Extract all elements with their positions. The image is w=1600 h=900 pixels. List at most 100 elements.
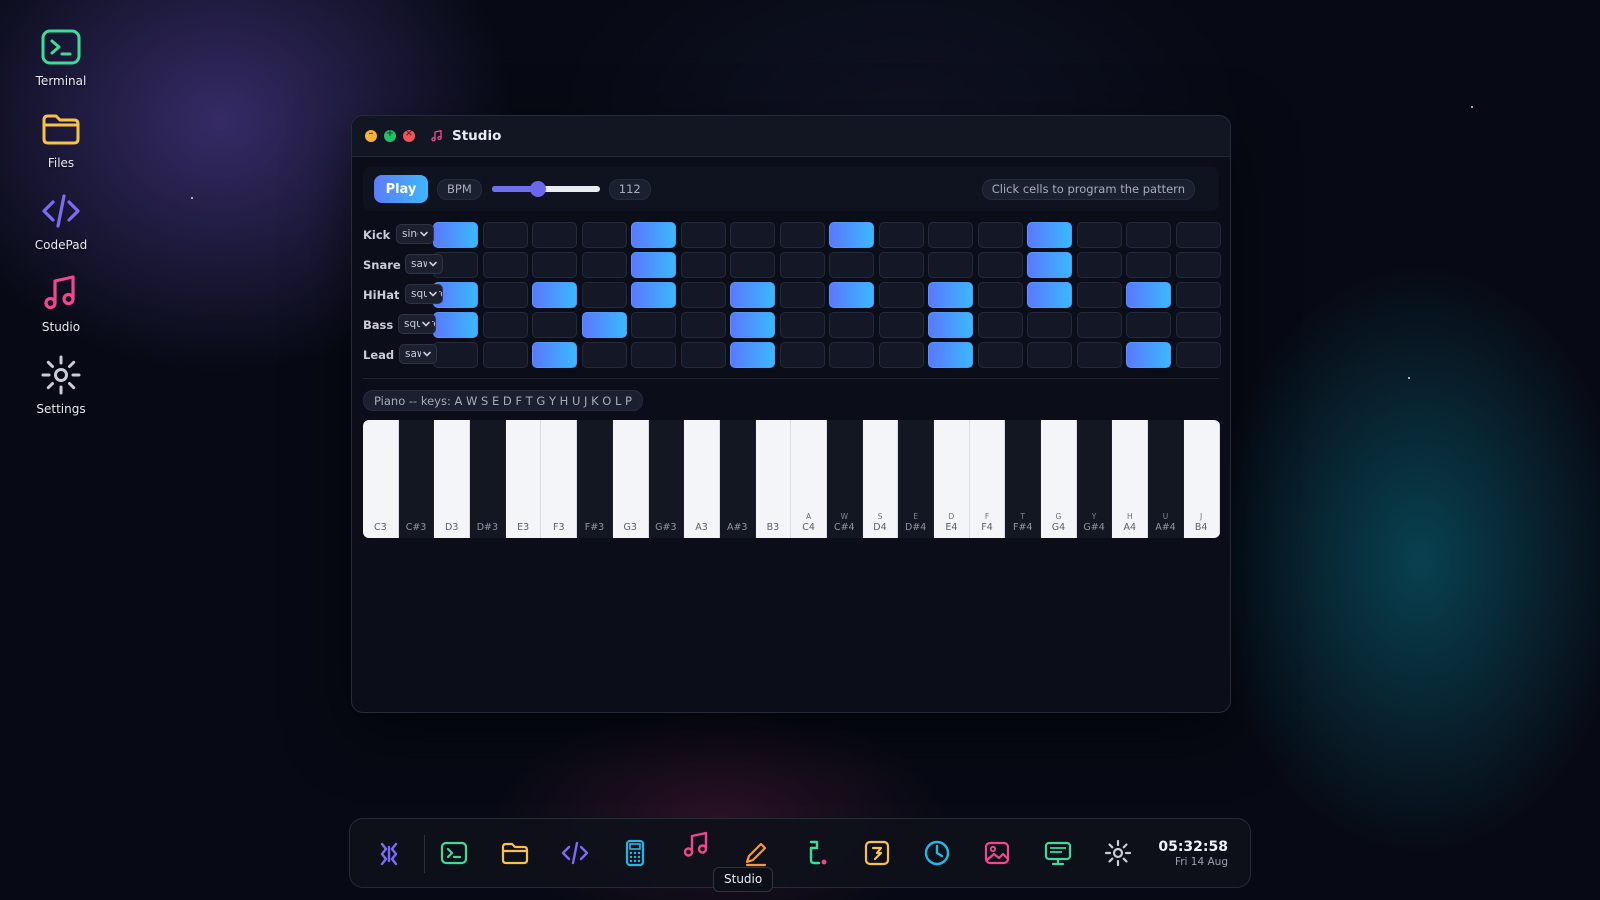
step-cell[interactable] <box>730 222 775 248</box>
piano-key[interactable]: F F4 <box>969 420 1006 538</box>
step-cell[interactable] <box>680 312 726 338</box>
step-cell[interactable] <box>928 252 973 278</box>
piano-key[interactable]: C3 <box>363 420 399 538</box>
piano-key[interactable]: A C4 <box>791 420 827 538</box>
step-cell[interactable] <box>680 252 726 278</box>
step-cell-active[interactable] <box>631 222 676 248</box>
step-cell-active[interactable] <box>1126 282 1171 308</box>
step-cell-active[interactable] <box>829 222 874 248</box>
step-cell[interactable] <box>581 252 627 278</box>
piano-key[interactable]: E3 <box>505 420 542 538</box>
bpm-slider-thumb[interactable] <box>530 181 547 197</box>
step-cell[interactable] <box>1175 342 1221 368</box>
dock-item[interactable] <box>739 836 773 870</box>
dock-item[interactable] <box>618 836 652 870</box>
step-cell[interactable] <box>878 252 924 278</box>
piano-key[interactable]: F3 <box>541 420 578 538</box>
step-cell[interactable] <box>1126 222 1171 248</box>
step-cell-active[interactable] <box>433 312 478 338</box>
dock-item[interactable] <box>980 836 1014 870</box>
step-cell[interactable] <box>928 222 973 248</box>
step-cell[interactable] <box>1175 252 1221 278</box>
maximize-button[interactable] <box>384 128 396 142</box>
step-cell-active[interactable] <box>730 312 775 338</box>
dock-item[interactable] <box>799 836 833 870</box>
step-cell[interactable] <box>1126 312 1171 338</box>
desktop-icon-codepad[interactable]: CodePad <box>20 190 102 272</box>
piano-key[interactable]: G G4 <box>1041 420 1077 538</box>
step-cell[interactable] <box>779 312 825 338</box>
dock-item[interactable] <box>1041 836 1075 870</box>
step-cell-active[interactable] <box>730 342 775 368</box>
step-cell[interactable] <box>829 312 874 338</box>
step-cell-active[interactable] <box>631 282 676 308</box>
step-cell[interactable] <box>581 222 627 248</box>
step-cell-active[interactable] <box>532 282 577 308</box>
step-cell[interactable] <box>581 342 627 368</box>
dock-item[interactable] <box>920 836 954 870</box>
step-cell[interactable] <box>977 252 1023 278</box>
desktop-icon-settings[interactable]: Settings <box>20 354 102 436</box>
step-cell-active[interactable] <box>928 342 973 368</box>
piano-key[interactable]: U A#4 <box>1148 420 1184 538</box>
piano-key[interactable]: A#3 <box>719 420 756 538</box>
step-cell-active[interactable] <box>730 282 775 308</box>
step-cell[interactable] <box>482 282 528 308</box>
play-button[interactable]: Play <box>374 175 428 203</box>
step-cell[interactable] <box>482 312 528 338</box>
desktop-icon-studio[interactable]: Studio <box>20 272 102 354</box>
dock-item[interactable] <box>437 836 471 870</box>
step-cell-active[interactable] <box>1027 222 1072 248</box>
dock-item[interactable] <box>1101 836 1135 870</box>
close-button[interactable] <box>403 128 415 142</box>
piano-key[interactable]: T F#4 <box>1005 420 1042 538</box>
step-cell[interactable] <box>977 222 1023 248</box>
step-cell[interactable] <box>878 342 924 368</box>
waveform-select[interactable]: saw <box>405 254 443 274</box>
desktop-icon-files[interactable]: Files <box>20 108 102 190</box>
waveform-select[interactable]: sine <box>396 224 434 244</box>
step-cell[interactable] <box>1076 252 1122 278</box>
waveform-select[interactable]: square <box>405 284 443 304</box>
piano-key[interactable]: C#3 <box>398 420 435 538</box>
step-cell-active[interactable] <box>1027 252 1072 278</box>
step-cell[interactable] <box>730 252 775 278</box>
step-cell[interactable] <box>680 222 726 248</box>
step-cell-active[interactable] <box>631 252 676 278</box>
waveform-select[interactable]: square <box>398 314 436 334</box>
desktop-icon-terminal[interactable]: Terminal <box>20 26 102 108</box>
step-cell[interactable] <box>532 222 577 248</box>
step-cell[interactable] <box>878 312 924 338</box>
piano-key[interactable]: Y G#4 <box>1076 420 1113 538</box>
piano-key[interactable]: A3 <box>684 420 720 538</box>
step-cell[interactable] <box>779 252 825 278</box>
step-cell[interactable] <box>779 282 825 308</box>
step-cell[interactable] <box>482 222 528 248</box>
piano-key[interactable]: E D#4 <box>898 420 934 538</box>
step-cell[interactable] <box>779 222 825 248</box>
step-cell[interactable] <box>1175 312 1221 338</box>
dock-item[interactable] <box>372 836 406 870</box>
waveform-select[interactable]: saw <box>399 344 437 364</box>
step-cell[interactable] <box>631 312 676 338</box>
step-cell-active[interactable] <box>1126 342 1171 368</box>
piano-key[interactable]: F#3 <box>577 420 613 538</box>
piano-key[interactable]: G3 <box>612 420 649 538</box>
step-cell[interactable] <box>878 282 924 308</box>
dock-clock[interactable]: 05:32:58 Fri 14 Aug <box>1158 839 1228 868</box>
step-cell-active[interactable] <box>581 312 627 338</box>
step-cell[interactable] <box>1126 252 1171 278</box>
piano-key[interactable]: B3 <box>755 420 792 538</box>
piano-key[interactable]: G#3 <box>648 420 685 538</box>
step-cell[interactable] <box>1175 282 1221 308</box>
dock-item[interactable] <box>679 828 713 862</box>
piano-key[interactable]: D3 <box>434 420 471 538</box>
step-cell[interactable] <box>829 252 874 278</box>
piano-key[interactable]: S D4 <box>862 420 899 538</box>
step-cell[interactable] <box>1076 312 1122 338</box>
piano-key[interactable]: W C#4 <box>826 420 863 538</box>
bpm-slider[interactable] <box>491 179 600 199</box>
step-cell[interactable] <box>680 282 726 308</box>
piano-key[interactable]: J B4 <box>1183 420 1220 538</box>
window-titlebar[interactable]: Studio <box>352 116 1230 157</box>
